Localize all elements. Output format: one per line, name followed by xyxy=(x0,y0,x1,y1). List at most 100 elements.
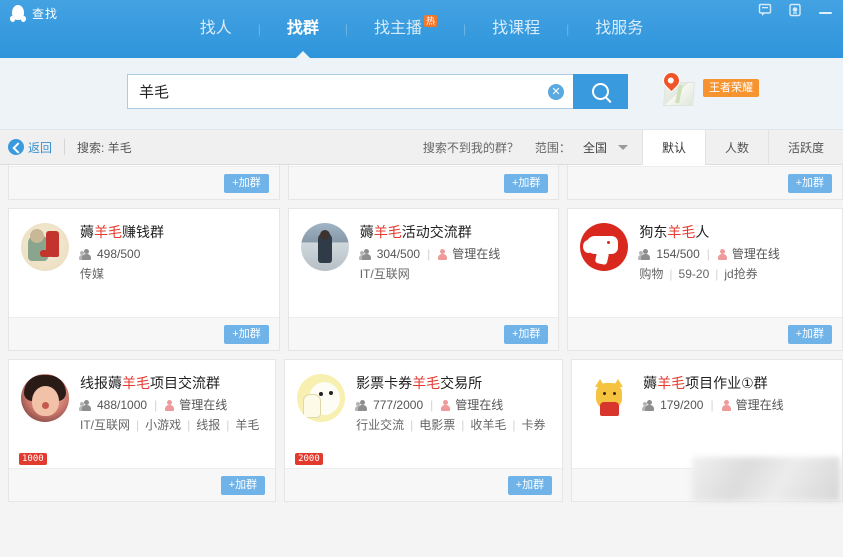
group-avatar[interactable] xyxy=(21,223,69,271)
member-capacity-badge: 2000 xyxy=(295,453,323,465)
group-card[interactable]: 2000 影票卡券羊毛交易所 777/2000 | 管理在线 行业交流 | 电影… xyxy=(284,359,564,502)
admin-icon xyxy=(440,400,451,411)
group-tag: 卡券 xyxy=(521,418,546,432)
group-card[interactable]: 1000 线报薅羊毛项目交流群 488/1000 | 管理在线 IT/互联网 |… xyxy=(8,359,277,502)
title-prefix: 线报薅 xyxy=(80,375,122,391)
member-count: 498/500 xyxy=(97,247,141,261)
title-suffix: 人 xyxy=(695,224,710,240)
group-card[interactable]: 狗东羊毛人 154/500 | 管理在线 购物 | 59-20 | jd抢券 +… xyxy=(567,208,843,351)
title-prefix: 薅 xyxy=(80,224,94,240)
group-card[interactable]: +加群 xyxy=(8,165,280,200)
tab-label: 人数 xyxy=(724,140,749,155)
results-grid[interactable]: +加群 +加群 +加群 薅羊毛赚钱群 498/500 传媒 +加群 薅羊毛活动交… xyxy=(0,165,843,552)
group-avatar[interactable] xyxy=(297,374,346,422)
group-meta: 304/500 | 管理在线 xyxy=(358,247,547,262)
group-card[interactable]: +加群 xyxy=(287,165,560,200)
admin-online-label: 管理在线 xyxy=(452,247,501,261)
keyword-tag[interactable]: 王者荣耀 xyxy=(703,79,759,97)
group-title[interactable]: 薅羊毛项目作业①群 xyxy=(643,374,830,392)
members-icon xyxy=(355,400,369,411)
group-tag: 传媒 xyxy=(80,267,105,281)
group-tag: 羊毛 xyxy=(235,418,260,432)
join-group-button[interactable]: +加群 xyxy=(787,173,832,193)
title-highlight: 羊毛 xyxy=(122,375,150,391)
nav-tab-find-service[interactable]: 找服务 xyxy=(569,16,669,42)
join-group-button[interactable]: +加群 xyxy=(220,475,266,495)
tab-member-count[interactable]: 人数 xyxy=(704,130,768,164)
group-tag: IT/互联网 xyxy=(359,267,410,281)
group-title[interactable]: 线报薅羊毛项目交流群 xyxy=(80,374,263,392)
back-arrow-icon xyxy=(8,139,24,155)
sort-tabs: 默认 人数 活跃度 xyxy=(641,130,843,165)
admin-online-label: 管理在线 xyxy=(179,398,228,412)
chevron-down-icon[interactable] xyxy=(617,144,628,150)
group-avatar[interactable] xyxy=(300,223,349,271)
join-group-button[interactable]: +加群 xyxy=(224,173,269,193)
member-count: 304/500 xyxy=(376,247,421,261)
group-title[interactable]: 狗东羊毛人 xyxy=(639,223,830,241)
search-button[interactable] xyxy=(573,74,628,109)
group-avatar[interactable] xyxy=(580,223,629,271)
title-suffix: 交易所 xyxy=(440,375,483,391)
nav-tab-find-streamer[interactable]: 找主播热 xyxy=(348,15,463,42)
title-highlight: 羊毛 xyxy=(412,375,441,391)
clear-icon[interactable]: ✕ xyxy=(548,83,564,100)
join-group-button[interactable]: +加群 xyxy=(507,475,553,495)
feedback-icon[interactable] xyxy=(757,2,773,18)
minimize-button[interactable] xyxy=(817,2,835,18)
search-input[interactable] xyxy=(137,82,541,101)
join-group-button[interactable]: +加群 xyxy=(503,324,549,344)
group-title[interactable]: 薅羊毛活动交流群 xyxy=(360,223,547,241)
join-group-button[interactable]: +加群 xyxy=(787,475,832,495)
group-avatar[interactable] xyxy=(21,374,69,422)
divider xyxy=(64,139,66,155)
title-bar: 查找 找人 | 找群 | 找主播热 | 找课程 | 找服务 xyxy=(0,0,843,58)
group-card[interactable]: +加群 xyxy=(567,165,843,200)
scope-value[interactable]: 全国 xyxy=(583,139,607,156)
join-group-button[interactable]: +加群 xyxy=(787,324,832,344)
nav-tab-label: 找课程 xyxy=(492,20,541,37)
search-icon xyxy=(592,83,609,100)
group-tag: 线报 xyxy=(196,418,221,432)
result-row: 薅羊毛赚钱群 498/500 传媒 +加群 薅羊毛活动交流群 304/500 |… xyxy=(0,208,843,359)
group-meta: 154/500 | 管理在线 xyxy=(638,247,830,262)
tab-label: 活跃度 xyxy=(787,140,824,155)
main-nav: 找人 | 找群 | 找主播热 | 找课程 | 找服务 xyxy=(0,15,843,58)
nav-tab-find-people[interactable]: 找人 xyxy=(174,16,258,42)
admin-icon xyxy=(164,400,175,411)
back-button[interactable]: 返回 xyxy=(8,139,52,156)
back-label: 返回 xyxy=(28,140,53,155)
nav-tab-find-course[interactable]: 找课程 xyxy=(466,16,566,42)
group-tag: 购物 xyxy=(639,267,664,281)
map-pin-icon[interactable] xyxy=(658,68,695,108)
title-prefix: 薅 xyxy=(359,224,374,240)
group-tags: 传媒 xyxy=(80,267,267,282)
tab-activity[interactable]: 活跃度 xyxy=(767,130,843,164)
nav-tab-find-group[interactable]: 找群 xyxy=(261,16,345,58)
group-title[interactable]: 薅羊毛赚钱群 xyxy=(80,223,267,241)
join-group-button[interactable]: +加群 xyxy=(503,173,549,193)
group-tag: 收羊毛 xyxy=(470,418,507,432)
search-query-label: 搜索: 羊毛 xyxy=(77,140,132,155)
group-tags: 购物 | 59-20 | jd抢券 xyxy=(639,267,758,281)
tab-default[interactable]: 默认 xyxy=(641,130,705,165)
tab-label: 默认 xyxy=(661,140,686,155)
divider: | xyxy=(427,247,431,261)
group-card[interactable]: 薅羊毛项目作业①群 179/200 | 管理在线 +加群 xyxy=(571,359,843,502)
group-title[interactable]: 影票卡券羊毛交易所 xyxy=(356,374,550,392)
group-meta: 488/1000 | 管理在线 xyxy=(79,398,263,413)
members-icon xyxy=(358,249,373,260)
group-avatar[interactable] xyxy=(584,374,633,422)
settings-shield-icon[interactable] xyxy=(787,2,803,18)
group-card[interactable]: 薅羊毛赚钱群 498/500 传媒 +加群 xyxy=(8,208,280,351)
result-row: 1000 线报薅羊毛项目交流群 488/1000 | 管理在线 IT/互联网 |… xyxy=(0,359,843,510)
result-row-partial: +加群 +加群 +加群 xyxy=(0,165,843,208)
join-group-button[interactable]: +加群 xyxy=(224,324,269,344)
group-card[interactable]: 薅羊毛活动交流群 304/500 | 管理在线 IT/互联网 +加群 xyxy=(287,208,560,351)
admin-online-label: 管理在线 xyxy=(731,247,780,261)
title-highlight: 羊毛 xyxy=(667,224,696,240)
group-tag: 电影票 xyxy=(419,418,456,432)
member-count: 777/2000 xyxy=(373,398,424,412)
member-count: 154/500 xyxy=(656,247,700,261)
cannot-find-group-link[interactable]: 搜索不到我的群？ xyxy=(423,139,519,156)
